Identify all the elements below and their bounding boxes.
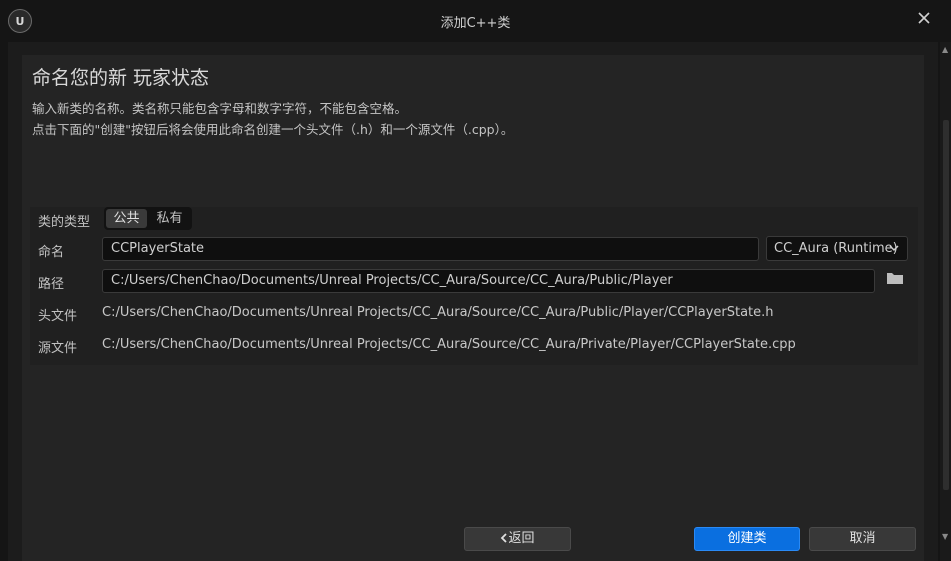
dialog-content: 命名您的新 玩家状态 输入新类的名称。类名称只能包含字母和数字字符，不能包含空格…	[22, 55, 924, 561]
module-dropdown-value: CC_Aura (Runtime)	[774, 241, 898, 256]
class-type-toggle: 公共 私有	[104, 207, 192, 230]
chevron-down-icon	[889, 237, 899, 268]
description-line-1: 输入新类的名称。类名称只能包含字母和数字字符，不能包含空格。	[32, 101, 408, 116]
class-name-input[interactable]: CCPlayerState	[102, 237, 759, 261]
description-line-2: 点击下面的"创建"按钮后将会使用此命名创建一个头文件（.h）和一个源文件（.cp…	[32, 122, 514, 137]
cancel-button[interactable]: 取消	[809, 527, 916, 551]
close-icon	[918, 12, 930, 24]
path-input[interactable]: C:/Users/ChenChao/Documents/Unreal Proje…	[102, 269, 875, 293]
scroll-down-icon[interactable]: ▼	[942, 533, 950, 541]
class-type-label: 类的类型	[38, 215, 91, 230]
folder-icon	[887, 273, 903, 284]
browse-folder-button[interactable]	[886, 271, 904, 285]
window-title: 添加C++类	[440, 16, 511, 31]
class-settings-form: 类的类型 公共 私有 命名 CCPlayerState CC_Aura (Run…	[30, 207, 918, 365]
path-label: 路径	[38, 277, 65, 292]
create-class-button[interactable]: 创建类	[694, 527, 800, 551]
scrollbar-thumb[interactable]	[943, 120, 949, 490]
back-button-label: 返回	[508, 531, 535, 546]
source-file-label: 源文件	[38, 341, 78, 356]
scroll-up-icon[interactable]: ▲	[942, 46, 950, 54]
back-button[interactable]: 返回	[464, 527, 571, 551]
title-bar: U 添加C++类	[0, 0, 951, 42]
source-file-path: C:/Users/ChenChao/Documents/Unreal Proje…	[102, 337, 796, 352]
dialog-panel: 命名您的新 玩家状态 输入新类的名称。类名称只能包含字母和数字字符，不能包含空格…	[8, 42, 938, 561]
name-label: 命名	[38, 245, 65, 260]
class-type-private-option[interactable]: 私有	[149, 209, 190, 228]
class-type-public-option[interactable]: 公共	[106, 209, 147, 228]
header-file-path: C:/Users/ChenChao/Documents/Unreal Proje…	[102, 305, 774, 320]
header-file-label: 头文件	[38, 309, 78, 324]
close-button[interactable]	[912, 6, 936, 30]
page-title: 命名您的新 玩家状态	[32, 67, 210, 89]
module-dropdown[interactable]: CC_Aura (Runtime)	[766, 236, 908, 261]
